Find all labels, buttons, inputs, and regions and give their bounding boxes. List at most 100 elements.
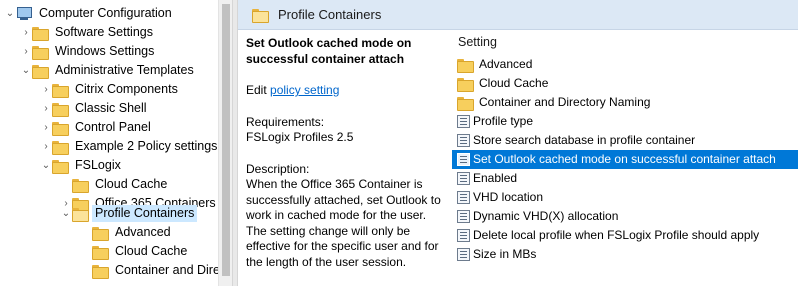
- setting-name: Dynamic VHD(X) allocation: [473, 209, 619, 223]
- setting-row-enabled[interactable]: Enabled: [452, 169, 798, 188]
- chevron-down-icon[interactable]: ⌄: [20, 61, 32, 80]
- setting-name: Enabled: [473, 171, 518, 185]
- setting-row-cloud-cache[interactable]: Cloud Cache: [452, 74, 798, 93]
- setting-row-dynamic-vhdx-allocation[interactable]: Dynamic VHD(X) allocation: [452, 207, 798, 226]
- tree-item-windows-settings[interactable]: › Windows Settings: [20, 42, 157, 61]
- tree-item-software-settings[interactable]: › Software Settings: [20, 23, 156, 42]
- setting-name: Set Outlook cached mode on successful co…: [473, 152, 776, 166]
- setting-row-advanced[interactable]: Advanced: [452, 55, 798, 74]
- folder-icon: [32, 45, 49, 60]
- tree-item-profile-containers[interactable]: ⌄ Profile Containers: [60, 204, 198, 223]
- tree-item-classic-shell[interactable]: › Classic Shell: [40, 99, 150, 118]
- chevron-right-icon[interactable]: ›: [20, 42, 32, 61]
- policy-icon: [457, 134, 470, 147]
- edit-prefix: Edit: [246, 83, 271, 97]
- panel-title: Profile Containers: [278, 7, 382, 22]
- folder-icon: [52, 159, 69, 174]
- setting-row-size-in-mbs[interactable]: Size in MBs: [452, 245, 798, 264]
- setting-row-delete-local-profile[interactable]: Delete local profile when FSLogix Profil…: [452, 226, 798, 245]
- folder-icon: [92, 245, 109, 260]
- folder-icon: [92, 226, 109, 241]
- setting-row-vhd-location[interactable]: VHD location: [452, 188, 798, 207]
- tree-item-label: Cloud Cache: [95, 177, 168, 191]
- tree-item-label: Administrative Templates: [55, 63, 194, 77]
- tree-item-label: Windows Settings: [55, 44, 155, 58]
- tree-item-label: Software Settings: [55, 25, 153, 39]
- tree-item-cloud-cache[interactable]: Cloud Cache: [60, 175, 170, 194]
- folder-icon: [52, 83, 69, 98]
- policy-icon: [457, 172, 470, 185]
- folder-icon: [457, 96, 474, 111]
- tree-item-control-panel[interactable]: › Control Panel: [40, 118, 154, 137]
- chevron-right-icon[interactable]: ›: [40, 80, 52, 99]
- folder-icon: [52, 102, 69, 117]
- scrollbar-thumb[interactable]: [222, 4, 230, 276]
- folder-open-icon: [72, 207, 89, 222]
- setting-name: VHD location: [473, 190, 544, 204]
- setting-title: Set Outlook cached mode on successful co…: [246, 36, 412, 66]
- tree-scrollbar[interactable]: [218, 0, 232, 286]
- chevron-right-icon[interactable]: ›: [40, 99, 52, 118]
- setting-row-set-outlook-cached-mode[interactable]: Set Outlook cached mode on successful co…: [452, 150, 798, 169]
- setting-row-store-search-database[interactable]: Store search database in profile contain…: [452, 131, 798, 150]
- chevron-right-icon[interactable]: ›: [20, 23, 32, 42]
- description-label: Description:: [246, 161, 310, 176]
- policy-setting-link[interactable]: policy setting: [270, 83, 339, 97]
- tree-item-label: Computer Configuration: [39, 6, 172, 20]
- folder-icon: [32, 64, 49, 79]
- policy-icon: [457, 191, 470, 204]
- setting-name: Profile type: [473, 114, 534, 128]
- chevron-down-icon[interactable]: ⌄: [4, 4, 16, 23]
- chevron-right-icon[interactable]: ›: [40, 137, 52, 156]
- tree-item-fslogix[interactable]: ⌄ FSLogix: [40, 156, 124, 175]
- pane-splitter[interactable]: [232, 0, 238, 286]
- tree-item-container-and-directory-naming[interactable]: Container and Dire: [80, 261, 218, 280]
- tree-item-label: Example 2 Policy settings: [75, 139, 218, 153]
- tree-item-label: Cloud Cache: [115, 244, 188, 258]
- tree-item-label: Citrix Components: [75, 82, 178, 96]
- tree-item-advanced[interactable]: Advanced: [80, 223, 174, 242]
- policy-icon: [457, 210, 470, 223]
- folder-icon: [457, 77, 474, 92]
- folder-icon: [92, 264, 109, 279]
- folder-icon: [457, 58, 474, 73]
- tree-item-administrative-templates[interactable]: ⌄ Administrative Templates: [20, 61, 197, 80]
- setting-row-container-and-directory-naming[interactable]: Container and Directory Naming: [452, 93, 798, 112]
- description-text: When the Office 365 Container is success…: [246, 177, 441, 269]
- tree-item-label: Container and Dire: [115, 263, 218, 277]
- setting-name: Cloud Cache: [479, 76, 549, 90]
- folder-icon: [72, 178, 89, 193]
- requirements-value: FSLogix Profiles 2.5: [246, 130, 354, 144]
- policy-icon: [457, 229, 470, 242]
- computer-icon: [16, 6, 32, 21]
- policy-icon: [457, 248, 470, 261]
- tree-item-example-2-policy-settings[interactable]: › Example 2 Policy settings: [40, 137, 218, 156]
- policy-icon: [457, 153, 470, 166]
- setting-row-profile-type[interactable]: Profile type: [452, 112, 798, 131]
- folder-icon: [52, 121, 69, 136]
- tree-item-cloud-cache-sub[interactable]: Cloud Cache: [80, 242, 190, 261]
- tree-item-label: Control Panel: [75, 120, 151, 134]
- chevron-down-icon[interactable]: ⌄: [40, 156, 52, 175]
- setting-column-header[interactable]: Setting: [452, 30, 798, 54]
- tree-item-computer-configuration[interactable]: ⌄ Computer Configuration: [4, 4, 175, 23]
- setting-name: Size in MBs: [473, 247, 537, 261]
- policy-icon: [457, 115, 470, 128]
- edit-line: Edit policy setting: [246, 83, 446, 99]
- chevron-right-icon[interactable]: ›: [40, 118, 52, 137]
- setting-name: Advanced: [479, 57, 533, 71]
- setting-name: Store search database in profile contain…: [473, 133, 696, 147]
- folder-icon: [52, 140, 69, 155]
- tree-pane: ⌄ Computer Configuration › Software Sett…: [0, 0, 218, 286]
- setting-name: Container and Directory Naming: [479, 95, 651, 109]
- tree-item-citrix-components[interactable]: › Citrix Components: [40, 80, 181, 99]
- setting-name: Delete local profile when FSLogix Profil…: [473, 228, 760, 242]
- panel-header: Profile Containers: [238, 0, 798, 30]
- settings-list: Setting Advanced Cloud Cache Container a…: [452, 30, 798, 261]
- description-pane: Set Outlook cached mode on successful co…: [246, 36, 446, 270]
- chevron-down-icon[interactable]: ⌄: [60, 204, 72, 223]
- tree-item-label: Profile Containers: [92, 205, 198, 222]
